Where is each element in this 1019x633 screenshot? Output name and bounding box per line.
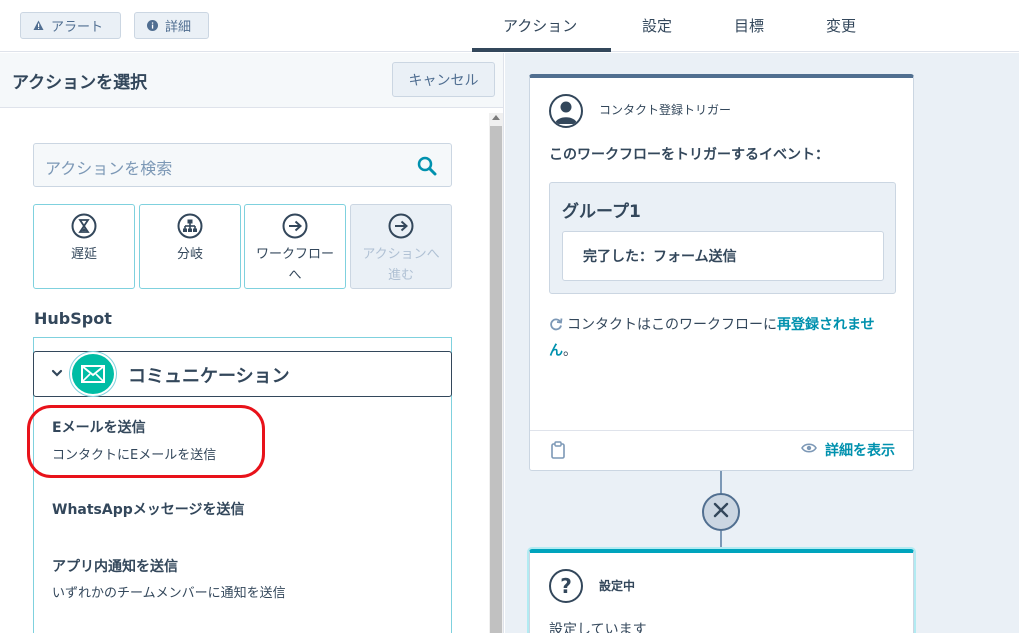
refresh-icon bbox=[549, 314, 563, 331]
tile-goto-action: アクションへ 進む bbox=[350, 204, 452, 289]
trigger-group: グループ1 完了した：フォーム送信 bbox=[549, 182, 896, 294]
tile-goto-action-label: アクションへ 進む bbox=[362, 247, 440, 283]
group-title: グループ1 bbox=[562, 202, 641, 222]
action-send-whatsapp-title[interactable]: WhatsAppメッセージを送信 bbox=[52, 499, 244, 519]
details-label: 詳細 bbox=[165, 20, 192, 35]
tab-goals-label: 目標 bbox=[734, 16, 765, 35]
tab-settings[interactable]: 設定 bbox=[642, 0, 672, 50]
highlight-annotation bbox=[27, 405, 265, 478]
tile-branch[interactable]: 分岐 bbox=[139, 204, 241, 289]
tab-goals[interactable]: 目標 bbox=[734, 0, 764, 50]
view-details-link[interactable]: 詳細を表示 bbox=[801, 440, 895, 460]
reenrollment-note: コンタクトはこのワークフローに再登録されません。 bbox=[549, 312, 899, 364]
panel-title: アクションを選択 bbox=[12, 73, 148, 93]
tab-changes[interactable]: 変更 bbox=[826, 0, 856, 50]
category-label: コミュニケーション bbox=[128, 366, 290, 387]
remove-step-button[interactable] bbox=[702, 493, 740, 531]
question-icon: ? bbox=[549, 569, 583, 603]
action-search-input[interactable]: アクションを検索 bbox=[33, 143, 452, 187]
trigger-card[interactable]: コンタクト登録トリガー このワークフローをトリガーするイベント： グループ1 完… bbox=[529, 74, 914, 471]
alert-button[interactable]: アラート bbox=[20, 12, 121, 39]
trigger-type-label: コンタクト登録トリガー bbox=[599, 103, 732, 117]
active-tab-indicator bbox=[472, 48, 611, 52]
clipboard-icon[interactable] bbox=[551, 441, 565, 459]
connector-line bbox=[720, 531, 722, 551]
reenroll-suffix: 。 bbox=[563, 343, 577, 359]
setting-card[interactable]: ? 設定中 設定しています bbox=[529, 549, 914, 633]
info-icon bbox=[147, 20, 158, 31]
setting-card-title: 設定中 bbox=[599, 579, 636, 593]
tile-branch-label: 分岐 bbox=[176, 247, 203, 262]
section-heading-hubspot: HubSpot bbox=[34, 309, 112, 328]
tab-actions[interactable]: アクション bbox=[503, 0, 577, 50]
tile-delay-label: 遅延 bbox=[70, 247, 97, 262]
hourglass-icon bbox=[71, 213, 97, 239]
details-button[interactable]: 詳細 bbox=[134, 12, 209, 39]
top-bar: アラート 詳細 アクション 設定 目標 変更 bbox=[0, 0, 1019, 52]
workflow-canvas: コンタクト登録トリガー このワークフローをトリガーするイベント： グループ1 完… bbox=[505, 53, 1019, 633]
trigger-condition[interactable]: 完了した：フォーム送信 bbox=[562, 231, 884, 281]
scroll-up-arrow-icon[interactable] bbox=[492, 115, 500, 120]
category-communication-toggle[interactable]: コミュニケーション bbox=[33, 351, 452, 397]
tab-settings-label: 設定 bbox=[642, 16, 673, 35]
connector-line bbox=[720, 471, 722, 495]
panel-header: アクションを選択 キャンセル bbox=[0, 53, 503, 108]
view-details-label: 詳細を表示 bbox=[825, 443, 895, 459]
tab-changes-label: 変更 bbox=[826, 16, 857, 35]
scrollbar-thumb[interactable] bbox=[490, 126, 502, 633]
reenroll-prefix: コンタクトはこのワークフローに bbox=[567, 317, 777, 333]
arrow-right-circle-icon bbox=[282, 213, 308, 239]
trigger-card-footer: 詳細を表示 bbox=[530, 430, 913, 471]
alert-label: アラート bbox=[51, 20, 104, 35]
envelope-icon bbox=[70, 352, 116, 396]
tile-goto-workflow[interactable]: ワークフロー へ bbox=[244, 204, 346, 289]
eye-icon bbox=[801, 442, 817, 458]
search-icon[interactable] bbox=[417, 156, 437, 176]
warning-icon bbox=[33, 20, 44, 31]
search-placeholder: アクションを検索 bbox=[45, 159, 173, 178]
cancel-button[interactable]: キャンセル bbox=[392, 62, 495, 97]
trigger-event-label: このワークフローをトリガーするイベント： bbox=[549, 147, 829, 163]
action-selector-panel: アクションを選択 キャンセル アクションを検索 遅延 分岐 ワークフロー へ ア… bbox=[0, 53, 504, 633]
arrow-right-circle-icon bbox=[388, 213, 414, 239]
chevron-down-icon bbox=[50, 365, 64, 379]
close-icon bbox=[712, 501, 730, 523]
action-send-in-app-notification-subtitle: いずれかのチームメンバーに通知を送信 bbox=[52, 586, 286, 601]
setting-card-body: 設定しています bbox=[549, 622, 647, 633]
contact-avatar-icon bbox=[549, 94, 583, 128]
branch-icon bbox=[177, 213, 203, 239]
action-send-in-app-notification-title[interactable]: アプリ内通知を送信 bbox=[52, 556, 178, 576]
tile-delay[interactable]: 遅延 bbox=[33, 204, 135, 289]
tile-goto-workflow-label: ワークフロー へ bbox=[255, 247, 334, 283]
tab-actions-label: アクション bbox=[503, 16, 578, 35]
